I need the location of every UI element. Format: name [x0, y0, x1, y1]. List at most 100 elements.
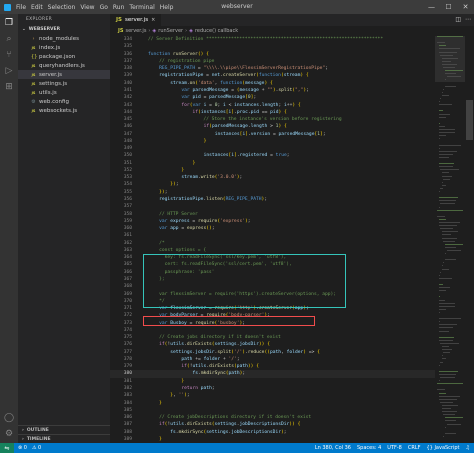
- code-line[interactable]: 342 var pid = parsedMessage[0];: [110, 94, 435, 101]
- more-actions-icon[interactable]: ⋯: [465, 16, 471, 23]
- account-icon[interactable]: ◯: [4, 413, 14, 423]
- explorer-icon[interactable]: ❐: [4, 18, 14, 28]
- menu-item-go[interactable]: Go: [100, 4, 108, 11]
- code-line[interactable]: 385: [110, 407, 435, 414]
- code-line[interactable]: 363 const options = {: [110, 247, 435, 254]
- outline-section[interactable]: › OUTLINE: [18, 425, 110, 434]
- code-line[interactable]: 376 if(!utils.dirExists(settings.jobsDir…: [110, 341, 435, 348]
- menu-item-terminal[interactable]: Terminal: [129, 4, 154, 11]
- code-line[interactable]: 352 }: [110, 167, 435, 174]
- menu-item-edit[interactable]: Edit: [31, 4, 43, 11]
- close-button[interactable]: ✕: [457, 0, 474, 14]
- search-icon[interactable]: ⌕: [4, 34, 14, 44]
- code-line[interactable]: 372 var bodyParser = require('body-parse…: [110, 312, 435, 319]
- code-editor[interactable]: 334 // Server Definition ****************…: [110, 36, 435, 443]
- code-line[interactable]: 351 }: [110, 160, 435, 167]
- code-line[interactable]: 389 }: [110, 436, 435, 443]
- code-line[interactable]: 335: [110, 43, 435, 50]
- line-endings[interactable]: CRLF: [408, 445, 421, 451]
- code-line[interactable]: 334 // Server Definition ****************…: [110, 36, 435, 43]
- scrollbar-thumb[interactable]: [466, 100, 473, 140]
- code-line[interactable]: 344 if(instances[i].proc.pid == pid) {: [110, 109, 435, 116]
- language-mode[interactable]: {} JavaScript: [427, 445, 460, 451]
- code-line[interactable]: 361: [110, 232, 435, 239]
- file-item[interactable]: JS utils.js: [18, 88, 110, 97]
- code-line[interactable]: 375 // Create jobs directory if it doesn…: [110, 334, 435, 341]
- code-line[interactable]: 357: [110, 203, 435, 210]
- code-line[interactable]: 347 instances[i].version = parsedMessage…: [110, 130, 435, 137]
- code-line[interactable]: 368: [110, 283, 435, 290]
- notifications-bell-icon[interactable]: ♫: [466, 445, 470, 451]
- code-line[interactable]: 378 path += folder + '/';: [110, 356, 435, 363]
- run-debug-icon[interactable]: ▷: [4, 66, 14, 76]
- code-line[interactable]: 353 stream.write('3.0.0');: [110, 174, 435, 181]
- tab-server-js[interactable]: JS server.js ×: [110, 14, 162, 26]
- timeline-section[interactable]: › TIMELINE: [18, 434, 110, 443]
- file-item[interactable]: JS queryhandlers.js: [18, 61, 110, 70]
- breadcrumb-item[interactable]: server.js: [125, 28, 146, 34]
- breadcrumb-item[interactable]: runServer: [158, 28, 183, 34]
- file-item[interactable]: JS settings.js: [18, 79, 110, 88]
- code-line[interactable]: 362 /*: [110, 240, 435, 247]
- code-line[interactable]: 380 fs.mkdirSync(path);: [110, 370, 435, 378]
- code-line[interactable]: 384 }: [110, 399, 435, 406]
- minimap[interactable]: [435, 36, 465, 443]
- cursor-position[interactable]: Ln 380, Col 36: [315, 445, 351, 451]
- code-line[interactable]: 370 */: [110, 298, 435, 305]
- code-line[interactable]: 382 return path;: [110, 385, 435, 392]
- maximize-button[interactable]: ☐: [440, 0, 457, 14]
- file-item[interactable]: JS websockets.js: [18, 106, 110, 115]
- code-line[interactable]: 339 registrationPipe = net.createServer(…: [110, 72, 435, 79]
- code-line[interactable]: 367 };: [110, 276, 435, 283]
- indentation[interactable]: Spaces: 4: [357, 445, 381, 451]
- code-line[interactable]: 381 }: [110, 378, 435, 385]
- code-line[interactable]: 348 }: [110, 138, 435, 145]
- warnings-indicator[interactable]: ⚠ 0: [32, 445, 41, 451]
- code-line[interactable]: 340 stream.on('data', function(message) …: [110, 80, 435, 87]
- remote-icon[interactable]: ⇋: [0, 443, 14, 453]
- vertical-scrollbar[interactable]: [465, 36, 474, 443]
- encoding[interactable]: UTF-8: [387, 445, 402, 451]
- code-line[interactable]: 388 fs.mkdirSync(settings.jobDescription…: [110, 428, 435, 435]
- menu-item-run[interactable]: Run: [113, 4, 125, 11]
- file-item[interactable]: › node_modules: [18, 34, 110, 43]
- menu-item-file[interactable]: File: [16, 4, 26, 11]
- code-line[interactable]: 343 for(var i = 0; i < instances.length;…: [110, 101, 435, 108]
- breadcrumb-item[interactable]: reduce() callback: [195, 28, 238, 34]
- code-line[interactable]: 356 registrationPipe.listen(REG_PIPE_PAT…: [110, 196, 435, 203]
- file-item[interactable]: ⚙ web.config: [18, 97, 110, 106]
- code-line[interactable]: 338 REG_PIPE_PATH = "\\\\.\\pipe\\Flexsi…: [110, 65, 435, 72]
- code-line[interactable]: 377 settings.jobsDir.split('/').reduce((…: [110, 349, 435, 356]
- errors-indicator[interactable]: ⊗ 0: [18, 445, 27, 451]
- code-line[interactable]: 364 key: fs.readFileSync('ssl/key.pem', …: [110, 254, 435, 261]
- workspace-folder[interactable]: ⌄ WEBSERVER: [18, 25, 110, 34]
- code-line[interactable]: 345 // Store the instance's version befo…: [110, 116, 435, 123]
- extensions-icon[interactable]: ⊞: [4, 82, 14, 92]
- code-line[interactable]: 365 cert: fs.readFileSync('ssl/cert.pem'…: [110, 261, 435, 268]
- code-line[interactable]: 346 if(parsedMessage.length > 1) {: [110, 123, 435, 130]
- code-line[interactable]: 383 }, '');: [110, 392, 435, 399]
- code-line[interactable]: 379 if(!utils.dirExists(path)) {: [110, 363, 435, 370]
- code-line[interactable]: 341 var parsedMessage = (message + "").s…: [110, 87, 435, 94]
- code-line[interactable]: 350 instances[i].registered = true;: [110, 152, 435, 159]
- file-item[interactable]: JS server.js: [18, 70, 110, 79]
- close-icon[interactable]: ×: [151, 17, 155, 23]
- minimize-button[interactable]: —: [423, 0, 440, 14]
- file-item[interactable]: {} package.json: [18, 52, 110, 61]
- code-line[interactable]: 337 // registration pipe: [110, 58, 435, 65]
- code-line[interactable]: 373 var Busboy = require('busboy');: [110, 319, 435, 326]
- code-line[interactable]: 355 });: [110, 189, 435, 196]
- code-line[interactable]: 360 var app = express();: [110, 225, 435, 232]
- code-line[interactable]: 374: [110, 327, 435, 334]
- settings-gear-icon[interactable]: ⚙: [4, 429, 14, 439]
- code-line[interactable]: 358 // HTTP Server: [110, 210, 435, 217]
- code-line[interactable]: 371 var flexsimServer = require('http').…: [110, 305, 435, 312]
- menu-item-selection[interactable]: Selection: [48, 4, 76, 11]
- menu-item-help[interactable]: Help: [160, 4, 174, 11]
- source-control-icon[interactable]: ⑂: [4, 50, 14, 60]
- code-line[interactable]: 336 function runServer() {: [110, 51, 435, 58]
- code-line[interactable]: 387 if(!utils.dirExists(settings.jobDesc…: [110, 421, 435, 428]
- code-line[interactable]: 359 var express = require('express');: [110, 218, 435, 225]
- code-line[interactable]: 349: [110, 145, 435, 152]
- code-line[interactable]: 354 });: [110, 181, 435, 188]
